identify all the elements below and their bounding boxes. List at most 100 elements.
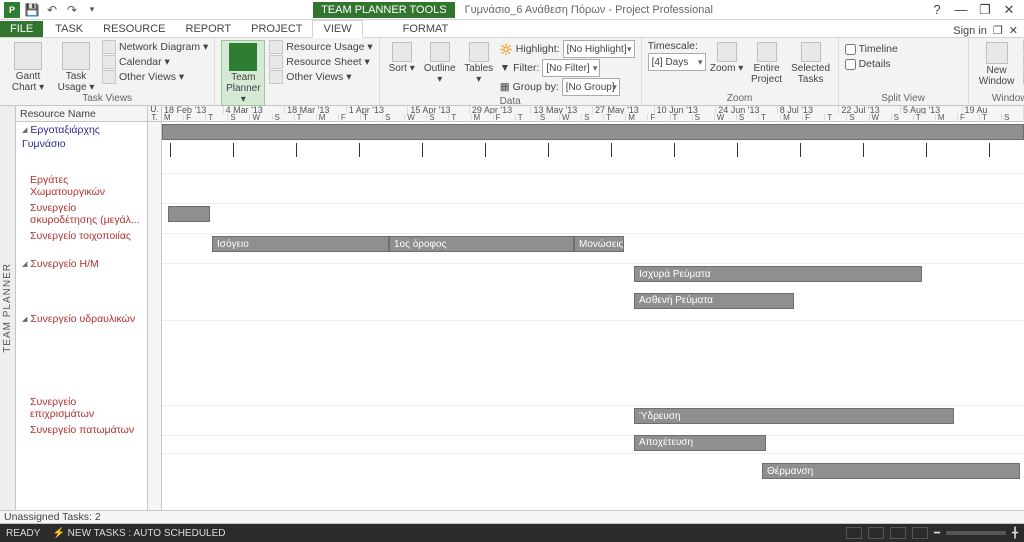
undo-icon[interactable]: ↶ xyxy=(44,2,60,18)
zoom-button[interactable]: Zoom ▾ xyxy=(710,40,744,74)
sort-button[interactable]: Sort ▾ xyxy=(386,40,418,74)
close-icon[interactable]: ✕ xyxy=(1000,2,1018,18)
view-shortcut-4[interactable] xyxy=(912,527,928,539)
file-tab[interactable]: FILE xyxy=(0,21,43,37)
filter-combo[interactable]: [No Filter] xyxy=(542,59,600,77)
timeline-day: T xyxy=(980,114,1002,122)
timeline-date: 8 Jul '13 xyxy=(778,106,840,114)
save-icon[interactable]: 💾 xyxy=(24,2,40,18)
unassigned-tasks-bar[interactable]: Unassigned Tasks: 2 xyxy=(0,510,1024,524)
ribbon-options-icon[interactable]: ❐ xyxy=(993,24,1003,37)
ut-column-header[interactable]: U. T. xyxy=(148,106,161,122)
timeline-day: S xyxy=(737,114,759,122)
task-bar[interactable]: Μονώσεις xyxy=(574,236,624,252)
zoom-out-icon[interactable]: ━ xyxy=(934,528,940,539)
tables-button[interactable]: Tables ▾ xyxy=(462,40,496,85)
restore-icon[interactable]: ❐ xyxy=(976,2,994,18)
timeline-day: T xyxy=(914,114,936,122)
calendar-button[interactable]: Calendar ▾ xyxy=(102,55,208,69)
new-window-button[interactable]: New Window xyxy=(975,40,1019,87)
resource-row[interactable]: Συνεργείο επιχρισμάτων xyxy=(16,394,147,422)
resource-row[interactable]: Εργοταξιάρχης Γυμνάσιο xyxy=(16,122,147,172)
task-bar[interactable]: 1ος όροφος xyxy=(389,236,574,252)
timeline-check[interactable]: Timeline xyxy=(845,43,898,55)
timeline-day: W xyxy=(250,114,272,122)
timeline-date: 27 May '13 xyxy=(593,106,655,114)
timeline-day: M xyxy=(162,114,184,122)
calendar-icon xyxy=(102,55,116,69)
group-label-task-views: Task Views xyxy=(6,93,208,105)
resource-name-header[interactable]: Resource Name xyxy=(16,106,147,122)
timeline-day: F xyxy=(339,114,361,122)
team-planner-button[interactable]: Team Planner ▾ xyxy=(221,40,265,106)
other-task-views-button[interactable]: Other Views ▾ xyxy=(102,70,208,84)
timeline-day: M xyxy=(472,114,494,122)
task-usage-button[interactable]: Task Usage ▾ xyxy=(54,40,98,93)
sign-in-link[interactable]: Sign in xyxy=(953,25,987,37)
task-bar[interactable] xyxy=(168,206,210,222)
network-diagram-button[interactable]: Network Diagram ▾ xyxy=(102,40,208,54)
status-new-tasks[interactable]: ⚡ NEW TASKS : AUTO SCHEDULED xyxy=(52,528,225,539)
tab-project[interactable]: PROJECT xyxy=(241,21,312,37)
redo-icon[interactable]: ↷ xyxy=(64,2,80,18)
task-bar[interactable]: Θέρμανση xyxy=(762,463,1020,479)
tab-view[interactable]: VIEW xyxy=(312,20,362,38)
resource-row[interactable]: Συνεργείο πατωμάτων xyxy=(16,422,147,438)
view-banner: TEAM PLANNER xyxy=(0,106,16,510)
tab-task[interactable]: TASK xyxy=(45,21,93,37)
details-check[interactable]: Details xyxy=(845,58,898,70)
task-bar[interactable]: Ισόγειο xyxy=(212,236,389,252)
timeline-date: 18 Feb '13 xyxy=(162,106,224,114)
task-bar[interactable]: Ύδρευση xyxy=(634,408,954,424)
timescale-combo[interactable]: [4] Days xyxy=(648,53,706,71)
timeline-date: 15 Apr '13 xyxy=(408,106,470,114)
task-bar[interactable]: Αποχέτευση xyxy=(634,435,766,451)
outline-button[interactable]: Outline ▾ xyxy=(422,40,458,85)
timeline-date: 24 Jun '13 xyxy=(716,106,778,114)
zoom-slider[interactable] xyxy=(946,531,1006,535)
timeline-day: M xyxy=(781,114,803,122)
task-bar[interactable] xyxy=(162,124,1024,140)
resource-sheet-icon xyxy=(269,55,283,69)
tab-resource[interactable]: RESOURCE xyxy=(93,21,175,37)
resource-row[interactable]: Συνεργείο σκυροδέτησης (μεγάλ... xyxy=(16,200,147,228)
help-icon[interactable]: ? xyxy=(928,2,946,17)
view-shortcut-2[interactable] xyxy=(868,527,884,539)
timeline-day: T xyxy=(825,114,847,122)
tab-format[interactable]: FORMAT xyxy=(393,21,459,37)
task-bar[interactable]: Ασθενή Ρεύματα xyxy=(634,293,794,309)
view-shortcut-1[interactable] xyxy=(846,527,862,539)
resource-sheet-button[interactable]: Resource Sheet ▾ xyxy=(269,55,372,69)
timeline-day: S xyxy=(273,114,295,122)
resource-usage-button[interactable]: Resource Usage ▾ xyxy=(269,40,372,54)
timeline-day: F xyxy=(648,114,670,122)
timeline-day: F xyxy=(958,114,980,122)
qat-more-icon[interactable]: ▾ xyxy=(84,2,100,18)
highlight-combo[interactable]: [No Highlight] xyxy=(563,40,635,58)
group-combo[interactable]: [No Group] xyxy=(562,78,620,96)
gantt-chart-button[interactable]: Gantt Chart ▾ xyxy=(6,40,50,93)
timeline-day: T xyxy=(361,114,383,122)
other-res-views-icon xyxy=(269,70,283,84)
entire-project-button[interactable]: Entire Project xyxy=(748,40,786,85)
contextual-tab-label: TEAM PLANNER TOOLS xyxy=(313,2,455,18)
resource-row[interactable]: Συνεργείο Η/Μ xyxy=(16,256,147,311)
selected-tasks-button[interactable]: Selected Tasks xyxy=(790,40,832,85)
highlight-icon: 🔆 xyxy=(500,43,513,56)
resource-row[interactable]: Συνεργείο τοιχοποιίας xyxy=(16,228,147,256)
group-label-zoom: Zoom xyxy=(648,93,832,105)
timeline-day: M xyxy=(626,114,648,122)
tab-report[interactable]: REPORT xyxy=(176,21,242,37)
timeline-day: S xyxy=(892,114,914,122)
view-shortcut-3[interactable] xyxy=(890,527,906,539)
timeline-date: 5 Aug '13 xyxy=(901,106,963,114)
other-views-icon xyxy=(102,70,116,84)
zoom-in-icon[interactable]: ╋ xyxy=(1012,528,1018,539)
task-bar[interactable]: Ισχυρά Ρεύματα xyxy=(634,266,922,282)
window-close-secondary-icon[interactable]: ✕ xyxy=(1009,24,1018,37)
resource-row[interactable]: Εργάτες Χωματουργικών xyxy=(16,172,147,200)
other-resource-views-button[interactable]: Other Views ▾ xyxy=(269,70,372,84)
timeline-day: W xyxy=(715,114,737,122)
resource-row[interactable]: Συνεργείο υδραυλικών xyxy=(16,311,147,394)
minimize-icon[interactable]: — xyxy=(952,2,970,17)
